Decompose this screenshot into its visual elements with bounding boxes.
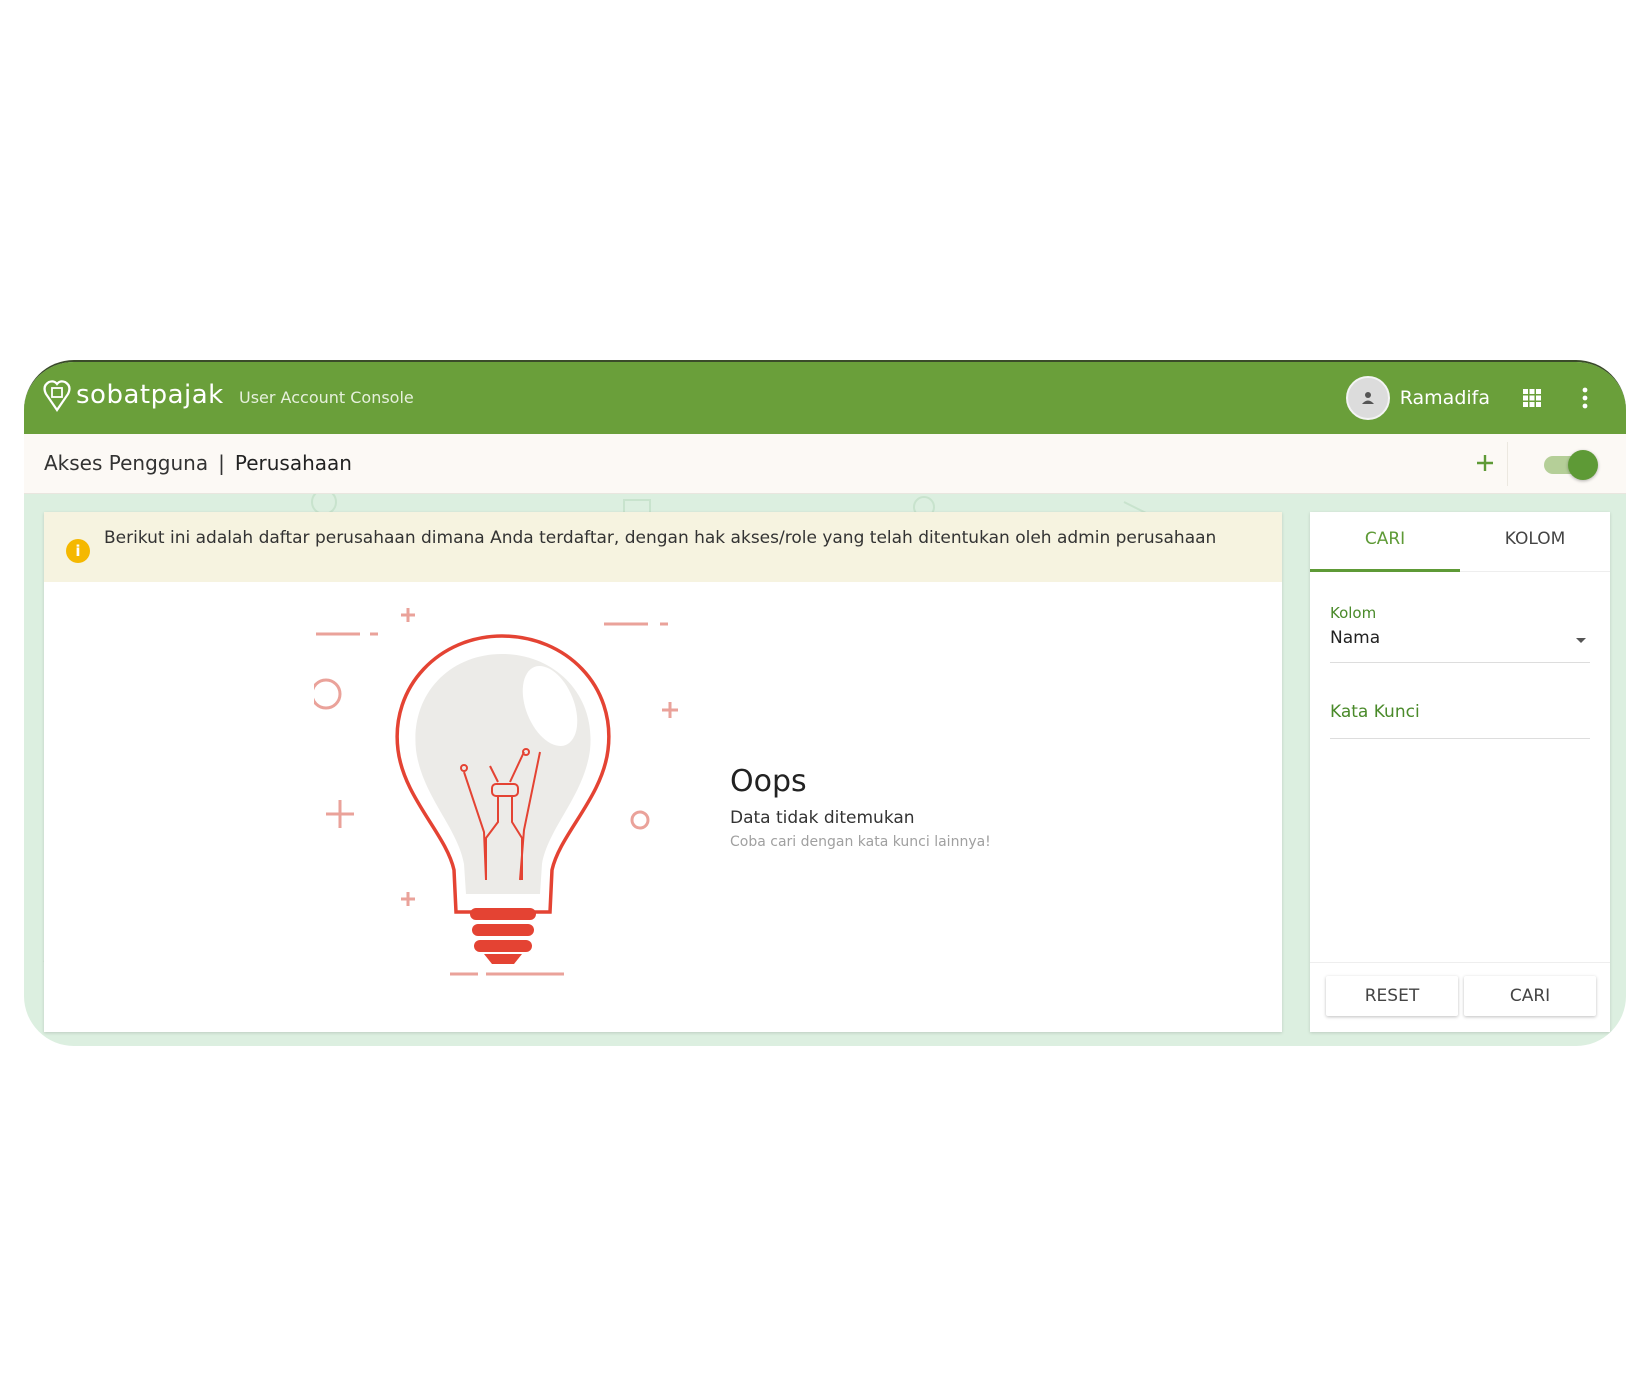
panel-tabs: CARI KOLOM bbox=[1310, 512, 1610, 572]
search-button[interactable]: CARI bbox=[1464, 976, 1596, 1016]
keyword-underline bbox=[1330, 738, 1590, 739]
tab-kolom[interactable]: KOLOM bbox=[1460, 512, 1610, 572]
breadcrumb: Akses Pengguna | Perusahaan bbox=[44, 451, 352, 475]
apps-grid-icon[interactable] bbox=[1522, 388, 1542, 408]
console-label: User Account Console bbox=[239, 388, 414, 407]
breadcrumb-parent[interactable]: Akses Pengguna bbox=[44, 451, 208, 475]
tab-cari[interactable]: CARI bbox=[1310, 512, 1460, 572]
breadcrumb-current: Perusahaan bbox=[234, 451, 352, 475]
app-window: sobatpajak User Account Console Ramadifa bbox=[24, 360, 1626, 1046]
alert-text: Berikut ini adalah daftar perusahaan dim… bbox=[104, 528, 1217, 548]
breadcrumb-separator: | bbox=[218, 451, 225, 475]
kolom-select[interactable]: Nama bbox=[1330, 628, 1380, 648]
empty-state-title: Oops bbox=[730, 764, 807, 799]
info-icon: i bbox=[66, 539, 90, 563]
brand-name: sobatpajak bbox=[76, 380, 224, 410]
main-card: i Berikut ini adalah daftar perusahaan d… bbox=[44, 512, 1282, 1032]
kolom-label: Kolom bbox=[1330, 604, 1377, 622]
kolom-underline bbox=[1330, 662, 1590, 663]
toolbar-divider bbox=[1507, 442, 1508, 486]
empty-state-subtitle: Data tidak ditemukan bbox=[730, 808, 915, 828]
toggle-knob bbox=[1568, 450, 1598, 480]
person-icon bbox=[1361, 392, 1374, 404]
dropdown-arrow-icon[interactable] bbox=[1576, 638, 1586, 643]
brand-logo-icon bbox=[43, 380, 71, 412]
avatar[interactable] bbox=[1345, 376, 1390, 420]
top-bar: sobatpajak User Account Console Ramadifa bbox=[24, 362, 1626, 434]
user-name: Ramadifa bbox=[1399, 387, 1490, 409]
info-alert: i Berikut ini adalah daftar perusahaan d… bbox=[44, 512, 1282, 582]
search-panel: CARI KOLOM Kolom Nama Kata Kunci RESET C… bbox=[1310, 512, 1610, 1032]
view-toggle[interactable] bbox=[1542, 450, 1598, 480]
lightbulb-illustration bbox=[314, 608, 678, 976]
keyword-field[interactable]: Kata Kunci bbox=[1330, 702, 1420, 722]
reset-button[interactable]: RESET bbox=[1326, 976, 1458, 1016]
panel-footer-divider bbox=[1310, 962, 1610, 963]
add-icon[interactable] bbox=[1474, 452, 1496, 474]
brand[interactable]: sobatpajak bbox=[42, 378, 224, 412]
user-menu[interactable]: Ramadifa bbox=[1345, 376, 1490, 420]
more-vert-icon[interactable] bbox=[1580, 386, 1590, 410]
empty-state-hint: Coba cari dengan kata kunci lainnya! bbox=[730, 834, 991, 850]
page-toolbar: Akses Pengguna | Perusahaan bbox=[24, 434, 1626, 494]
